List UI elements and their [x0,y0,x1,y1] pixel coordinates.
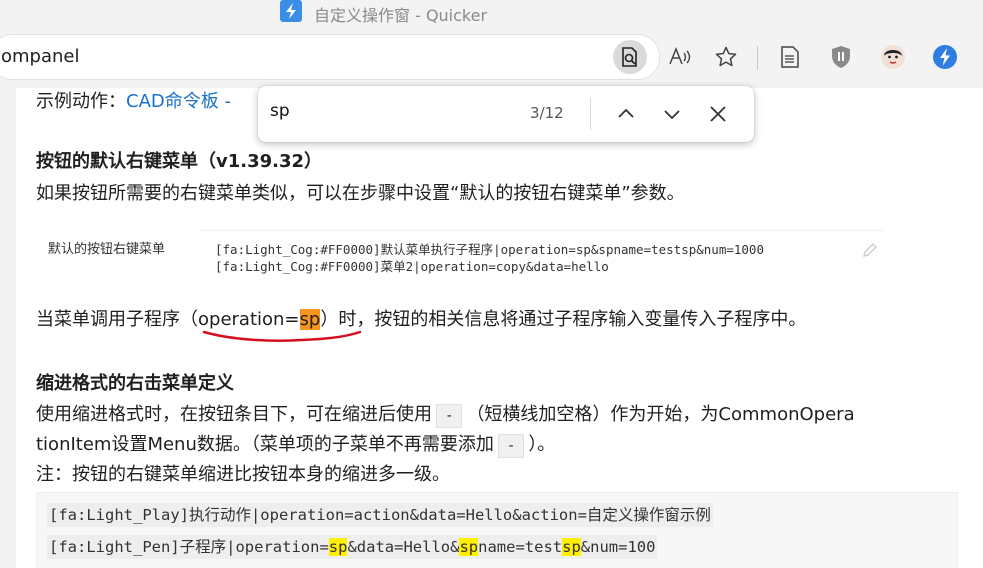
quicker-app-icon [280,0,302,22]
page-content: 示例动作：CAD命令板 - 按钮的默认右键菜单（v1.39.32） 如果按钮所需… [16,88,983,568]
paragraph-default-menu: 如果按钮所需要的右键菜单类似，可以在步骤中设置“默认的按钮右键菜单”参数。 [36,183,685,204]
window-title: 自定义操作窗 - Quicker [314,6,488,25]
address-bar[interactable]: ompanel [0,34,737,80]
code-block: [fa:Light_Play]执行动作|operation=action&dat… [36,492,958,568]
code2-a: [fa:Light_Pen]子程序|operation= [49,538,329,556]
example-prefix: 示例动作： [36,91,126,112]
inline-code-dash-2: - [497,434,525,458]
title-bar: 自定义操作窗 - Quicker [0,0,983,28]
shield-extension-icon[interactable] [824,40,858,74]
p3b-after: ）。 [528,434,556,455]
current-match-highlight: sp [299,309,321,330]
quicker-extension-icon[interactable] [928,40,962,74]
red-annotation-underline [202,330,362,342]
reading-list-icon[interactable] [773,40,807,74]
match-highlight: sp [328,538,348,556]
p3a-before: 使用缩进格式时，在按钮条目下，可在缩进后使用 [36,404,432,425]
inline-code-dash-1: - [436,404,463,428]
section-heading-indent-menu: 缩进格式的右击菜单定义 [36,373,234,394]
chevron-down-icon[interactable] [656,98,688,130]
code-line-2: [fa:Light_Pen]子程序|operation=sp&data=Hell… [47,535,658,559]
close-icon[interactable] [702,98,734,130]
example-link[interactable]: CAD命令板 - [126,91,231,112]
paragraph-indent-2: tionItem设置Menu数据。（菜单项的子菜单不再需要添加 -）。 [36,431,555,459]
default-menu-textarea[interactable]: [fa:Light_Cog:#FF0000]默认菜单执行子程序|operatio… [199,230,883,283]
toolbar-separator [757,46,758,70]
section-heading-default-menu: 按钮的默认右键菜单（v1.39.32） [36,151,323,172]
edit-pencil-icon[interactable] [861,241,879,263]
paragraph-indent-1: 使用缩进格式时，在按钮条目下，可在缩进后使用 - （短横线加空格）作为开始，为Com… [36,401,855,429]
find-input[interactable]: sp [270,101,290,121]
paragraph-operation-sp: 当菜单调用子程序（operation=sp）时，按钮的相关信息将通过子程序输入变… [36,306,806,334]
paragraph-note: 注：按钮的右键菜单缩进比按钮本身的缩进多一级。 [36,464,450,485]
code2-e: name=test [478,538,563,556]
settings-line-2: [fa:Light_Cog:#FF0000]菜单2|operation=copy… [215,259,609,274]
profile-avatar-icon[interactable] [876,40,910,74]
example-line: 示例动作：CAD命令板 - [36,88,231,116]
match-highlight: sp [459,538,479,556]
find-in-page-icon[interactable] [613,40,647,74]
address-text[interactable]: ompanel [1,46,80,67]
favorite-star-icon[interactable] [709,40,743,74]
p3b-before: tionItem设置Menu数据。（菜单项的子菜单不再需要添加 [36,434,494,455]
chevron-up-icon[interactable] [610,98,642,130]
settings-label: 默认的按钮右键菜单 [48,242,166,257]
find-separator [590,98,591,130]
find-match-count: 3/12 [530,104,564,122]
p2-after: ）时，按钮的相关信息将通过子程序输入变量传入子程序中。 [320,309,807,330]
find-bar: sp 3/12 [258,86,754,142]
p2-before: 当菜单调用子程序（operation= [36,309,300,330]
code2-g: &num=100 [580,538,656,556]
p3a-after: （短横线加空格）作为开始，为CommonOpera [466,404,855,425]
match-highlight: sp [562,538,581,556]
code-line-1: [fa:Light_Play]执行动作|operation=action&dat… [47,503,713,527]
code2-c: &data=Hello& [347,538,460,556]
read-aloud-icon[interactable] [663,40,697,74]
browser-toolbar: ompanel [0,28,983,88]
settings-row: 默认的按钮右键菜单 [fa:Light_Cog:#FF0000]默认菜单执行子程… [34,228,884,286]
